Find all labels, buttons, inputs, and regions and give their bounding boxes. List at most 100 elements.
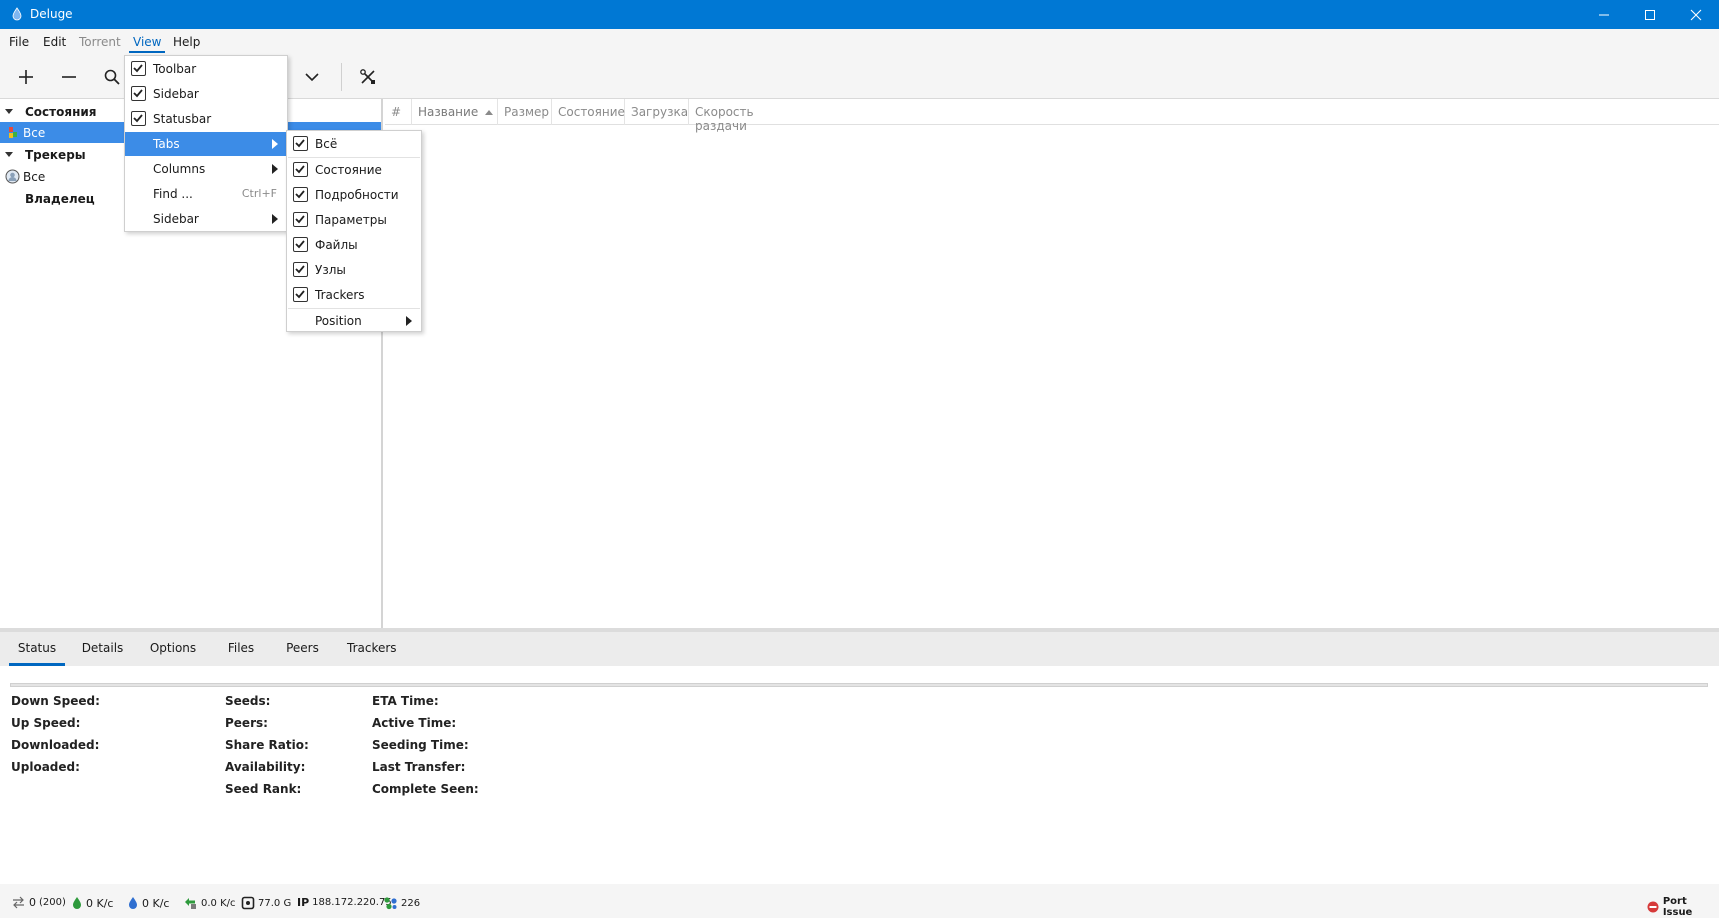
add-torrent-button[interactable] bbox=[11, 63, 41, 91]
column-header-state[interactable]: Состояние bbox=[552, 99, 625, 125]
preferences-button[interactable] bbox=[353, 63, 383, 91]
column-header-number[interactable]: # bbox=[385, 99, 412, 125]
checkbox-checked-icon bbox=[131, 86, 146, 101]
column-header-name[interactable]: Название bbox=[412, 99, 498, 125]
maximize-button[interactable] bbox=[1627, 0, 1673, 29]
title-bar: Deluge bbox=[0, 0, 1719, 29]
port-issue-icon bbox=[1647, 901, 1659, 913]
search-button[interactable] bbox=[97, 63, 127, 91]
tab-label: Options bbox=[149, 641, 197, 655]
submenu-arrow-icon bbox=[406, 316, 412, 326]
download-speed-status[interactable]: 0 K/c bbox=[71, 896, 113, 910]
menu-item-tabs[interactable]: Tabs bbox=[125, 132, 287, 156]
column-header-size[interactable]: Размер bbox=[498, 99, 552, 125]
column-header-upload-speed[interactable]: Скорость раздачи bbox=[689, 99, 809, 133]
submenu-item-status[interactable]: Состояние bbox=[287, 158, 421, 182]
more-actions-button[interactable] bbox=[297, 63, 327, 91]
connections-icon bbox=[13, 896, 24, 909]
menu-torrent[interactable]: Torrent bbox=[79, 35, 121, 49]
submenu-item-trackers[interactable]: Trackers bbox=[287, 283, 421, 307]
tab-trackers[interactable]: Trackers bbox=[347, 632, 397, 666]
remove-icon bbox=[62, 76, 76, 78]
active-time-label: Active Time: bbox=[372, 716, 457, 730]
menu-item-label: Columns bbox=[153, 162, 206, 176]
down-speed-label: Down Speed: bbox=[11, 694, 100, 708]
menu-item-sidebar-submenu[interactable]: Sidebar bbox=[125, 207, 287, 231]
menu-help[interactable]: Help bbox=[173, 35, 200, 49]
chevron-down-icon bbox=[305, 73, 319, 82]
complete-seen-label: Complete Seen: bbox=[372, 782, 479, 796]
tab-peers[interactable]: Peers bbox=[286, 632, 319, 666]
menu-item-label: Toolbar bbox=[153, 62, 197, 76]
column-header-label: Размер bbox=[504, 105, 550, 119]
tab-details[interactable]: Details bbox=[79, 632, 126, 666]
port-issue-label: Port Issue bbox=[1662, 896, 1693, 918]
protocol-traffic-status[interactable]: 0.0 K/c bbox=[183, 896, 236, 910]
checkbox-checked-icon bbox=[293, 237, 308, 252]
port-issue-status[interactable]: Port Issue bbox=[1646, 896, 1719, 918]
details-tab-bar: Status Details Options Files Peers Track… bbox=[0, 632, 1719, 666]
menu-item-label: Tabs bbox=[153, 137, 180, 151]
menu-item-shortcut: Ctrl+F bbox=[241, 187, 277, 200]
tab-label: Peers bbox=[286, 641, 319, 655]
sort-ascending-icon bbox=[485, 110, 494, 115]
submenu-item-files[interactable]: Файлы bbox=[287, 233, 421, 257]
menu-item-label: Statusbar bbox=[153, 112, 212, 126]
expander-arrow-icon[interactable] bbox=[5, 152, 13, 157]
menu-item-toolbar[interactable]: Toolbar bbox=[125, 57, 287, 81]
menu-item-sidebar[interactable]: Sidebar bbox=[125, 82, 287, 106]
add-icon bbox=[19, 70, 33, 84]
tab-options[interactable]: Options bbox=[147, 632, 199, 666]
sidebar-item-label: Все bbox=[23, 170, 46, 184]
connections-status[interactable]: 0 (200) bbox=[11, 896, 66, 909]
submenu-item-details[interactable]: Подробности bbox=[287, 183, 421, 207]
dht-nodes-icon bbox=[384, 897, 397, 910]
submenu-arrow-icon bbox=[272, 214, 278, 224]
submenu-item-options[interactable]: Параметры bbox=[287, 208, 421, 232]
remove-torrent-button[interactable] bbox=[54, 63, 84, 91]
connections-max-value: (200) bbox=[39, 897, 66, 908]
all-torrents-icon bbox=[9, 127, 17, 138]
menu-item-find[interactable]: Find ... Ctrl+F bbox=[125, 182, 287, 206]
checkbox-checked-icon bbox=[293, 187, 308, 202]
menu-item-label: Trackers bbox=[315, 288, 365, 302]
dht-nodes-status: 226 bbox=[383, 896, 420, 910]
last-transfer-label: Last Transfer: bbox=[372, 760, 466, 774]
menu-file[interactable]: File bbox=[9, 35, 29, 49]
seeds-label: Seeds: bbox=[225, 694, 271, 708]
minimize-button[interactable] bbox=[1581, 0, 1627, 29]
tab-status[interactable]: Status bbox=[9, 632, 65, 666]
free-space-value: 77.0 G bbox=[258, 897, 292, 909]
menu-item-label: Find ... bbox=[153, 187, 193, 201]
menu-bar: File Edit Torrent View Help bbox=[0, 29, 1719, 55]
menu-item-statusbar[interactable]: Statusbar bbox=[125, 107, 287, 131]
menu-edit[interactable]: Edit bbox=[43, 35, 66, 49]
checkbox-checked-icon bbox=[131, 111, 146, 126]
column-header-download[interactable]: Загрузка bbox=[625, 99, 689, 125]
submenu-item-position[interactable]: Position bbox=[287, 309, 421, 333]
view-menu-dropdown: Toolbar Sidebar Statusbar Tabs Columns F… bbox=[124, 55, 288, 232]
upload-speed-status[interactable]: 0 K/c bbox=[127, 896, 169, 910]
deluge-logo-icon bbox=[12, 7, 22, 21]
seeding-time-label: Seeding Time: bbox=[372, 738, 469, 752]
expander-arrow-icon[interactable] bbox=[5, 109, 13, 114]
tab-label: Status bbox=[17, 641, 57, 655]
menu-item-label: Sidebar bbox=[153, 87, 199, 101]
submenu-item-peers[interactable]: Узлы bbox=[287, 258, 421, 282]
tab-label: Files bbox=[227, 641, 255, 655]
menu-item-label: Состояние bbox=[315, 163, 382, 177]
connections-value: 0 bbox=[29, 896, 36, 909]
close-button[interactable] bbox=[1673, 0, 1719, 29]
torrent-list[interactable]: # Название Размер Состояние Загрузка Ско… bbox=[385, 99, 1719, 628]
download-speed-value: 0 K/c bbox=[86, 896, 114, 910]
tab-files[interactable]: Files bbox=[225, 632, 257, 666]
checkbox-checked-icon bbox=[293, 262, 308, 277]
menu-item-columns[interactable]: Columns bbox=[125, 157, 287, 181]
status-bar: 0 (200) 0 K/c 0 K/c 0.0 K/c 77.0 G IP 18… bbox=[0, 884, 1719, 918]
submenu-item-all[interactable]: Всё bbox=[287, 132, 421, 156]
upload-speed-value: 0 K/c bbox=[142, 896, 170, 910]
protocol-traffic-value: 0.0 K/c bbox=[201, 897, 236, 909]
menu-view[interactable]: View bbox=[128, 35, 167, 53]
menu-item-label: Подробности bbox=[315, 188, 399, 202]
window-title: Deluge bbox=[30, 7, 73, 21]
